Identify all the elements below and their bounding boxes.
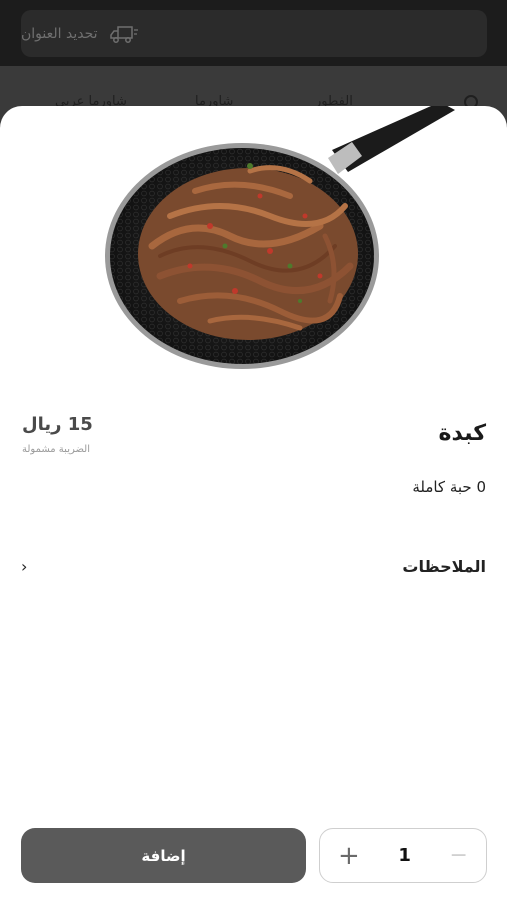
notes-row[interactable]: › الملاحظات (21, 550, 486, 582)
product-sheet: كبدة 15 ريال الضريبة مشمولة 0 حبة كاملة … (0, 106, 507, 900)
chevron-right-icon: › (21, 556, 28, 576)
add-to-cart-button[interactable]: إضافة (21, 828, 306, 883)
tax-note: الضريبة مشمولة (22, 444, 90, 455)
plus-icon[interactable]: + (338, 843, 360, 869)
minus-icon[interactable]: − (450, 844, 468, 867)
product-detail-screen: تحديد العنوان شاورما عربي شاورما الفطور (0, 0, 507, 900)
product-image (105, 106, 455, 369)
quantity-stepper: + 1 − (319, 828, 487, 883)
product-option: 0 حبة كاملة (412, 478, 486, 496)
quantity-value: 1 (398, 845, 411, 866)
product-title: كبدة (438, 421, 486, 446)
top-bar: تحديد العنوان (0, 0, 507, 66)
delivery-truck-icon (109, 25, 138, 43)
address-selector[interactable]: تحديد العنوان (21, 10, 487, 57)
product-price: 15 ريال (22, 414, 93, 435)
address-placeholder: تحديد العنوان (21, 25, 98, 42)
notes-label: الملاحظات (402, 556, 486, 576)
